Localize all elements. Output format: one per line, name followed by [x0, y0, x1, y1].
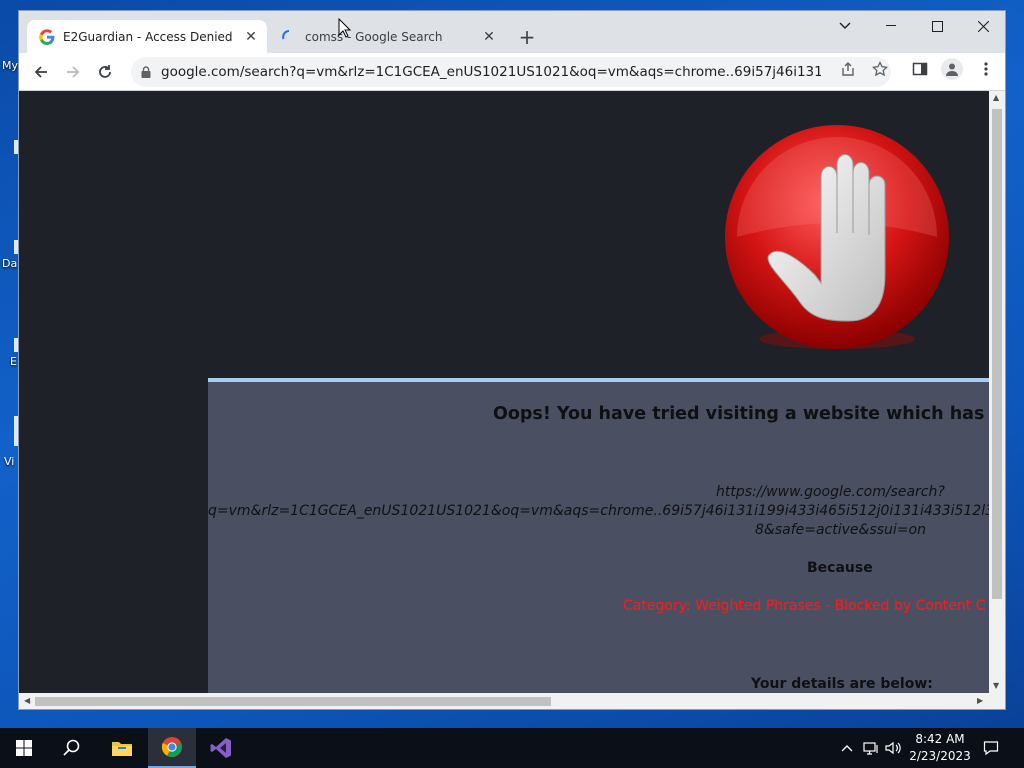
- forward-button[interactable]: [59, 58, 87, 86]
- google-icon: [39, 28, 55, 45]
- taskbar-clock[interactable]: 8:42 AM 2/23/2023: [905, 731, 975, 765]
- side-panel-icon[interactable]: [911, 60, 929, 78]
- network-icon[interactable]: [862, 739, 880, 757]
- tab-access-denied[interactable]: E2Guardian - Access Denied ✕: [27, 20, 267, 53]
- profile-avatar-icon[interactable]: [941, 58, 963, 80]
- tab-strip: E2Guardian - Access Denied ✕ comss - Goo…: [19, 11, 1005, 53]
- search-button[interactable]: [48, 728, 96, 768]
- start-button[interactable]: [0, 728, 48, 768]
- menu-kebab-icon[interactable]: [977, 60, 995, 78]
- file-explorer-icon: [112, 742, 132, 756]
- browser-window: E2Guardian - Access Denied ✕ comss - Goo…: [18, 10, 1006, 710]
- scroll-left-icon[interactable]: ◀: [24, 696, 30, 705]
- clock-date: 2/23/2023: [909, 749, 971, 763]
- block-category-reason: Category: Weighted Phrases - Blocked by …: [623, 598, 986, 614]
- start-icon: [16, 740, 32, 756]
- blocked-url-line: 8&safe=active&ssui=on: [755, 522, 926, 538]
- page-content: Oops! You have tried visiting a website …: [19, 91, 989, 693]
- blocked-message-panel: Oops! You have tried visiting a website …: [208, 378, 989, 693]
- browser-toolbar: google.com/search?q=vm&rlz=1C1GCEA_enUS1…: [19, 53, 1005, 91]
- tab-search-chevron-icon[interactable]: [822, 11, 868, 41]
- chrome-taskbar-button[interactable]: [148, 728, 196, 768]
- notifications-icon[interactable]: [982, 739, 1000, 757]
- visual-studio-icon: [210, 738, 231, 758]
- desktop-icon-label: Da: [2, 257, 18, 270]
- mouse-cursor-icon: [338, 17, 352, 42]
- close-tab-icon[interactable]: ✕: [241, 27, 261, 47]
- blocked-url-line: https://www.google.com/search?: [716, 484, 945, 500]
- stop-hand-icon: [723, 125, 951, 353]
- reload-button[interactable]: [91, 58, 119, 86]
- bookmark-star-icon[interactable]: [871, 60, 889, 78]
- visual-studio-button[interactable]: [197, 728, 245, 768]
- tab-comss-search[interactable]: comss - Google Search ✕: [269, 20, 505, 53]
- tab-title: E2Guardian - Access Denied: [63, 29, 233, 44]
- scroll-down-icon[interactable]: ▼: [993, 681, 999, 690]
- vertical-scrollbar[interactable]: ▲ ▼: [989, 91, 1005, 693]
- clock-time: 8:42 AM: [915, 732, 965, 746]
- address-bar[interactable]: google.com/search?q=vm&rlz=1C1GCEA_enUS1…: [131, 57, 891, 87]
- new-tab-button[interactable]: +: [515, 25, 539, 49]
- volume-icon[interactable]: [884, 739, 902, 757]
- file-explorer-button[interactable]: [98, 728, 146, 768]
- minimize-button[interactable]: [868, 11, 914, 41]
- tab-title: comss - Google Search: [305, 29, 443, 44]
- because-label: Because: [807, 560, 873, 576]
- search-icon: [63, 739, 80, 756]
- vertical-scroll-thumb[interactable]: [992, 109, 1002, 599]
- desktop-icon-label: My: [2, 59, 19, 72]
- details-label: Your details are below:: [751, 676, 933, 692]
- desktop-icon-label: Vi: [4, 455, 15, 468]
- share-icon[interactable]: [839, 60, 857, 78]
- blocked-url-line: q=vm&rlz=1C1GCEA_enUS1021US1021&oq=vm&aq…: [208, 503, 989, 519]
- scroll-right-icon[interactable]: ▶: [977, 696, 983, 705]
- address-bar-url: google.com/search?q=vm&rlz=1C1GCEA_enUS1…: [161, 64, 821, 80]
- horizontal-scroll-thumb[interactable]: [35, 697, 551, 706]
- blocked-headline: Oops! You have tried visiting a website …: [493, 404, 989, 424]
- desktop-icon-label: E: [10, 355, 17, 368]
- back-button[interactable]: [27, 58, 55, 86]
- horizontal-scrollbar[interactable]: ◀ ▶: [19, 693, 1005, 709]
- lock-icon[interactable]: [141, 63, 151, 82]
- scroll-up-icon[interactable]: ▲: [993, 93, 999, 102]
- chrome-icon: [161, 737, 182, 758]
- close-tab-icon[interactable]: ✕: [479, 27, 499, 47]
- taskbar: 8:42 AM 2/23/2023: [0, 728, 1024, 768]
- close-window-button[interactable]: [960, 11, 1005, 41]
- loading-spinner-icon: [281, 29, 297, 45]
- maximize-button[interactable]: [914, 11, 960, 41]
- show-hidden-icons-chevron-icon[interactable]: [838, 739, 856, 757]
